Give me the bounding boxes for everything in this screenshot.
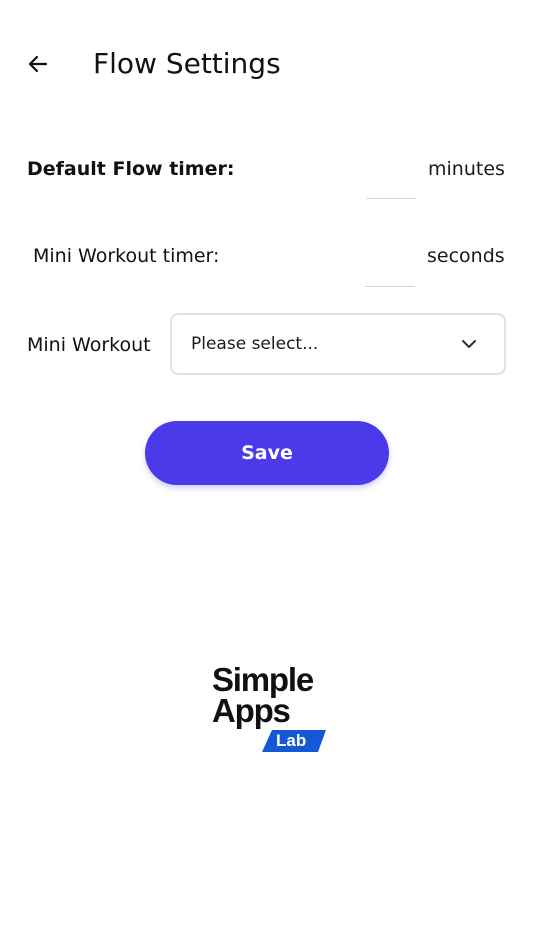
app-header: Flow Settings [0,0,534,120]
mini-workout-label: Mini Workout [27,334,151,356]
back-button[interactable] [18,44,58,84]
mini-timer-label: Mini Workout timer: [33,245,220,267]
chevron-down-icon [462,340,476,348]
mini-timer-input[interactable] [365,256,415,287]
flow-timer-unit: minutes [428,158,505,180]
flow-timer-label: Default Flow timer: [27,158,235,180]
flow-timer-input[interactable] [366,168,416,199]
mini-timer-unit: seconds [427,245,505,267]
save-button[interactable]: Save [145,421,389,485]
arrow-left-icon [28,55,48,73]
page-title: Flow Settings [93,47,281,80]
mini-workout-select[interactable]: Please select... [170,313,506,375]
mini-workout-select-value: Please select... [191,334,319,354]
logo-badge-text: Lab [276,731,307,750]
simple-apps-lab-logo: Simple Apps Lab [210,660,330,755]
logo-word-apps: Apps [212,692,291,729]
